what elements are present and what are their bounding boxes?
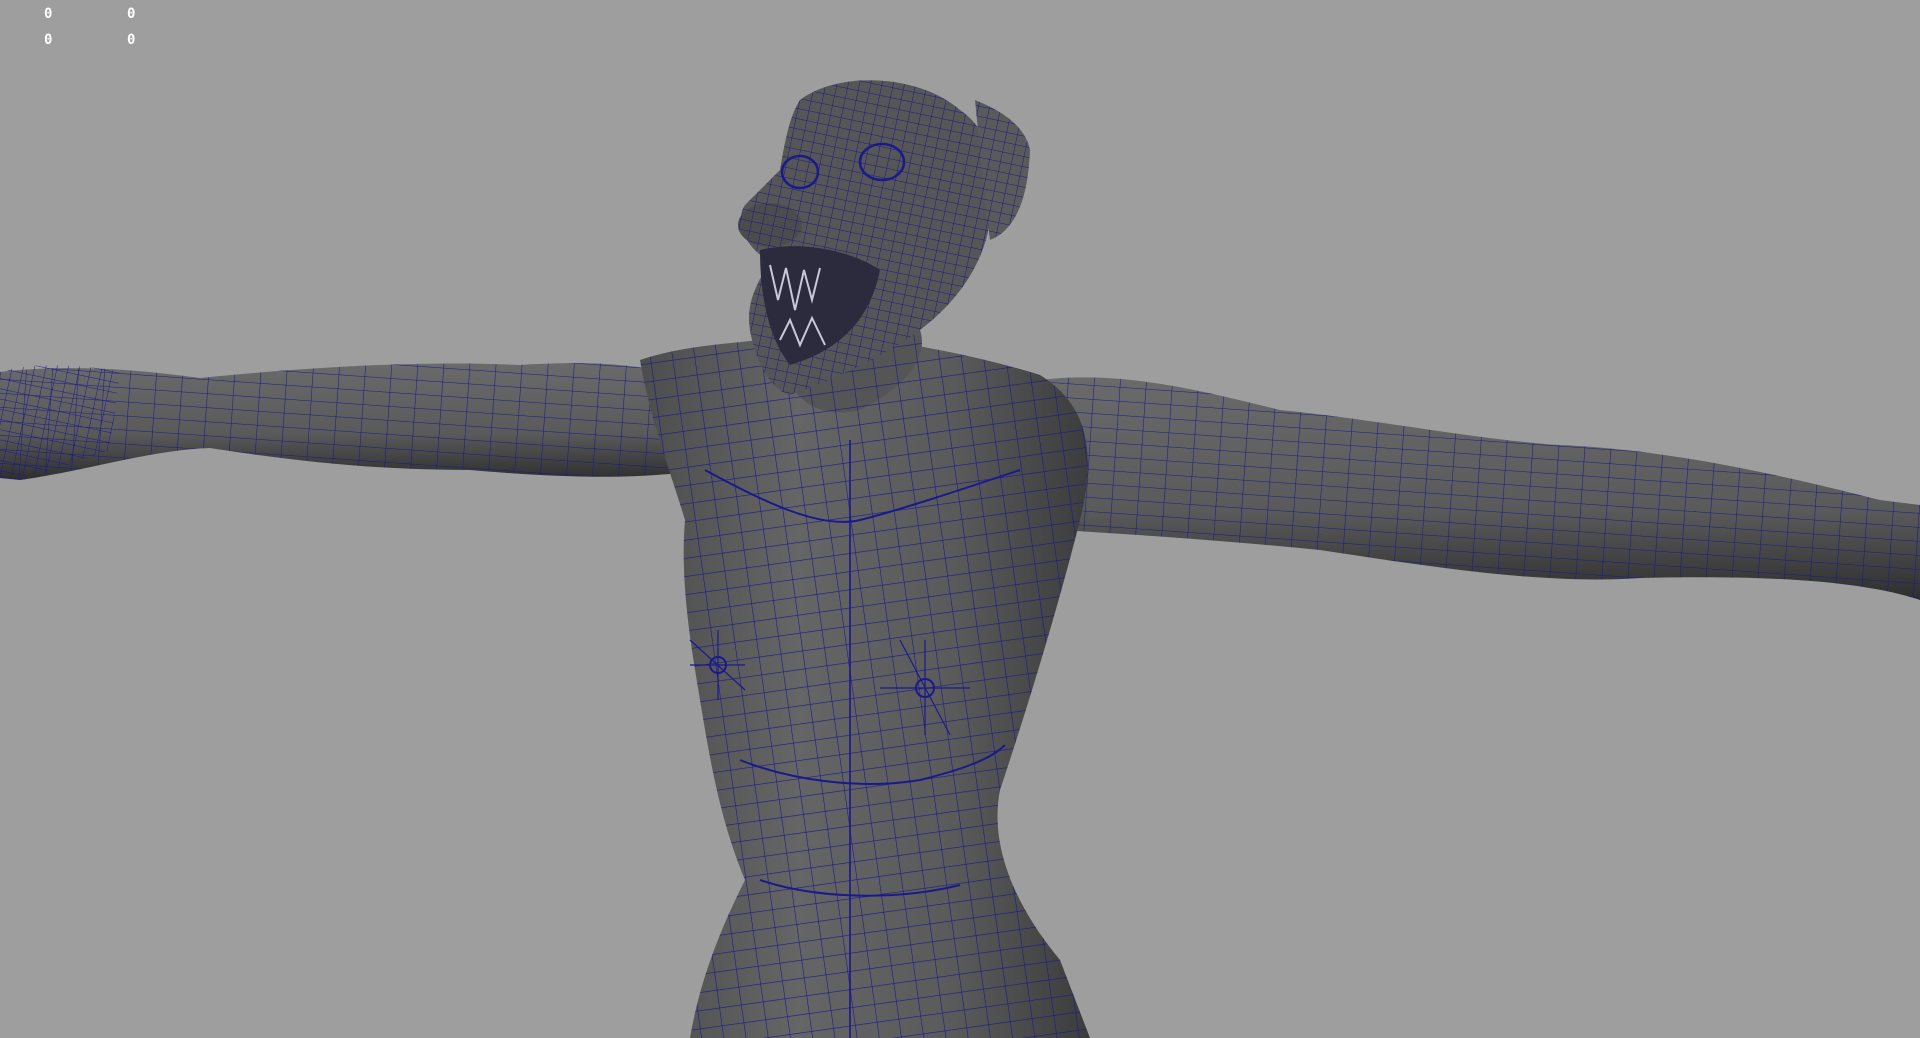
left-arm <box>0 363 700 480</box>
3d-viewport[interactable]: 0 0 0 0 <box>0 0 1920 1038</box>
torso <box>640 330 1090 1038</box>
right-arm <box>1040 377 1920 600</box>
creature-mesh[interactable] <box>0 0 1920 1038</box>
creature-head <box>738 80 1030 395</box>
